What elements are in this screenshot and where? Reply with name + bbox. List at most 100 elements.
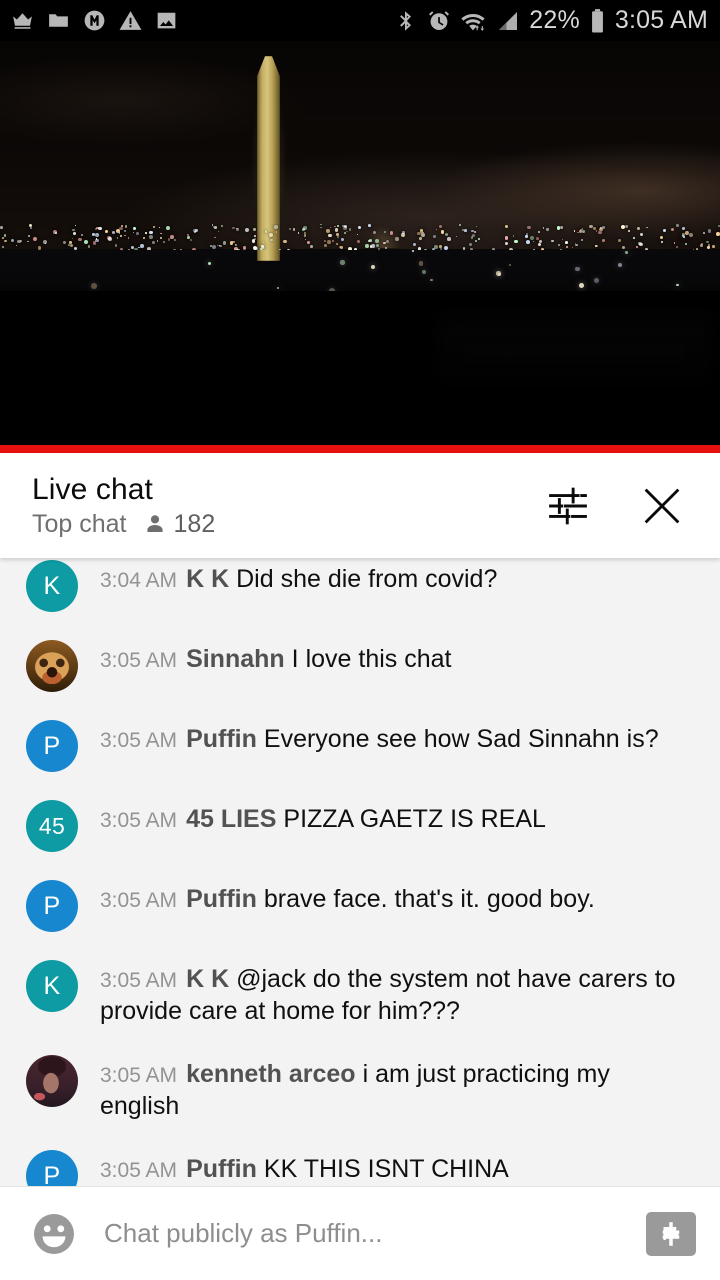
status-bar-right-icons: 22% 3:05 AM [394, 8, 708, 34]
ground-light [430, 278, 433, 281]
city-light [595, 230, 598, 232]
live-chat-header: Live chat Top chat 182 [0, 453, 720, 558]
city-light [537, 242, 541, 247]
city-light [369, 239, 372, 243]
message-author[interactable]: 45 LIES [186, 805, 276, 833]
chat-message-list[interactable]: K 3:04 AM K K Did she die from covid? 3:05 A… [0, 558, 720, 1186]
avatar[interactable]: K [26, 560, 78, 612]
city-light [474, 239, 478, 242]
city-light [670, 227, 675, 232]
chat-message[interactable]: P 3:05 AM Puffin KK THIS ISNT CHINA [0, 1136, 720, 1186]
city-light [688, 233, 693, 237]
city-light [114, 244, 118, 247]
emoji-picker-button[interactable] [26, 1206, 82, 1262]
city-light [348, 246, 353, 250]
city-light [365, 244, 369, 248]
message-body: 3:05 AM K K @jack do the system not have c… [100, 960, 694, 1027]
message-author[interactable]: Puffin [186, 725, 257, 753]
chat-message[interactable]: 45 3:05 AM 45 LIES PIZZA GAETZ IS REAL [0, 786, 720, 866]
avatar-initials: K [43, 571, 61, 600]
city-light [675, 245, 679, 248]
image-icon [157, 12, 176, 29]
avatar[interactable]: P [26, 1150, 78, 1186]
city-light [530, 236, 535, 241]
city-light [537, 230, 541, 234]
city-light [707, 229, 712, 233]
chat-message[interactable]: P 3:05 AM Puffin brave face. that's it. goo… [0, 866, 720, 946]
chat-input[interactable] [104, 1218, 628, 1249]
chat-message[interactable]: K 3:05 AM K K @jack do the system not have … [0, 946, 720, 1041]
city-light [504, 224, 508, 228]
city-light [304, 234, 307, 237]
message-body: 3:05 AM Puffin KK THIS ISNT CHINA [100, 1150, 694, 1185]
city-light [304, 238, 307, 241]
city-light [261, 249, 264, 250]
avatar-initials: P [43, 891, 61, 920]
chat-message[interactable]: 3:05 AM kenneth arceo i am just practicing… [0, 1041, 720, 1136]
city-light [327, 233, 332, 238]
chat-message[interactable]: 3:05 AM Sinnahn I love this chat [0, 626, 720, 706]
city-light [639, 242, 643, 247]
message-body: 3:05 AM 45 LIES PIZZA GAETZ IS REAL [100, 800, 694, 835]
city-light [92, 233, 95, 237]
dollar-sign-icon [662, 1221, 680, 1246]
city-light [456, 235, 458, 238]
city-light [685, 242, 687, 245]
city-light [30, 227, 33, 230]
message-author[interactable]: Puffin [186, 1155, 257, 1183]
city-light [159, 236, 162, 239]
avatar[interactable]: P [26, 720, 78, 772]
city-light [167, 238, 170, 241]
message-timestamp: 3:05 AM [100, 1064, 178, 1087]
city-light [421, 233, 426, 238]
close-chat-button[interactable] [636, 480, 688, 532]
city-light [601, 238, 606, 243]
message-body: 3:05 AM Puffin brave face. that's it. good… [100, 880, 694, 915]
city-light [383, 231, 386, 234]
city-light [384, 246, 387, 249]
city-light [32, 236, 37, 241]
bluetooth-icon [400, 10, 412, 31]
city-light [505, 242, 509, 246]
city-light [581, 239, 583, 242]
chat-message[interactable]: K 3:04 AM K K Did she die from covid? [0, 558, 720, 626]
message-author[interactable]: kenneth arceo [186, 1060, 356, 1088]
message-author[interactable]: K K [186, 565, 229, 593]
city-light [289, 228, 292, 231]
viewer-count-label: 182 [173, 509, 216, 538]
city-light [292, 228, 296, 232]
city-light [214, 226, 217, 229]
avatar[interactable] [26, 1055, 78, 1107]
message-author[interactable]: Sinnahn [186, 645, 285, 673]
city-light [190, 239, 193, 242]
video-progress-bar[interactable] [0, 445, 720, 453]
city-light [395, 237, 399, 241]
message-author[interactable]: Puffin [186, 885, 257, 913]
avatar[interactable]: K [26, 960, 78, 1012]
clock-label: 3:05 AM [614, 6, 708, 34]
message-author[interactable]: K K [186, 965, 229, 993]
chat-header-titles: Live chat Top chat 182 [32, 472, 216, 538]
cellular-signal-icon [499, 11, 518, 30]
page-title: Live chat [32, 472, 153, 506]
superchat-button[interactable] [646, 1211, 696, 1256]
avatar[interactable]: 45 [26, 800, 78, 852]
avatar[interactable] [26, 640, 78, 692]
ground-light [340, 260, 345, 265]
city-light [127, 249, 131, 250]
city-light [659, 235, 664, 240]
city-light [324, 244, 327, 247]
chat-mode-label[interactable]: Top chat [32, 511, 127, 537]
city-light [127, 236, 130, 239]
video-player[interactable] [0, 41, 720, 453]
city-light [132, 231, 134, 233]
city-light [373, 230, 377, 234]
city-light [340, 245, 344, 250]
city-light [532, 240, 535, 243]
city-light [367, 239, 370, 242]
city-light [170, 235, 174, 239]
avatar[interactable]: P [26, 880, 78, 932]
chat-settings-button[interactable] [542, 480, 594, 532]
warning-triangle-icon [119, 11, 142, 30]
chat-message[interactable]: P 3:05 AM Puffin Everyone see how Sad Sinna… [0, 706, 720, 786]
